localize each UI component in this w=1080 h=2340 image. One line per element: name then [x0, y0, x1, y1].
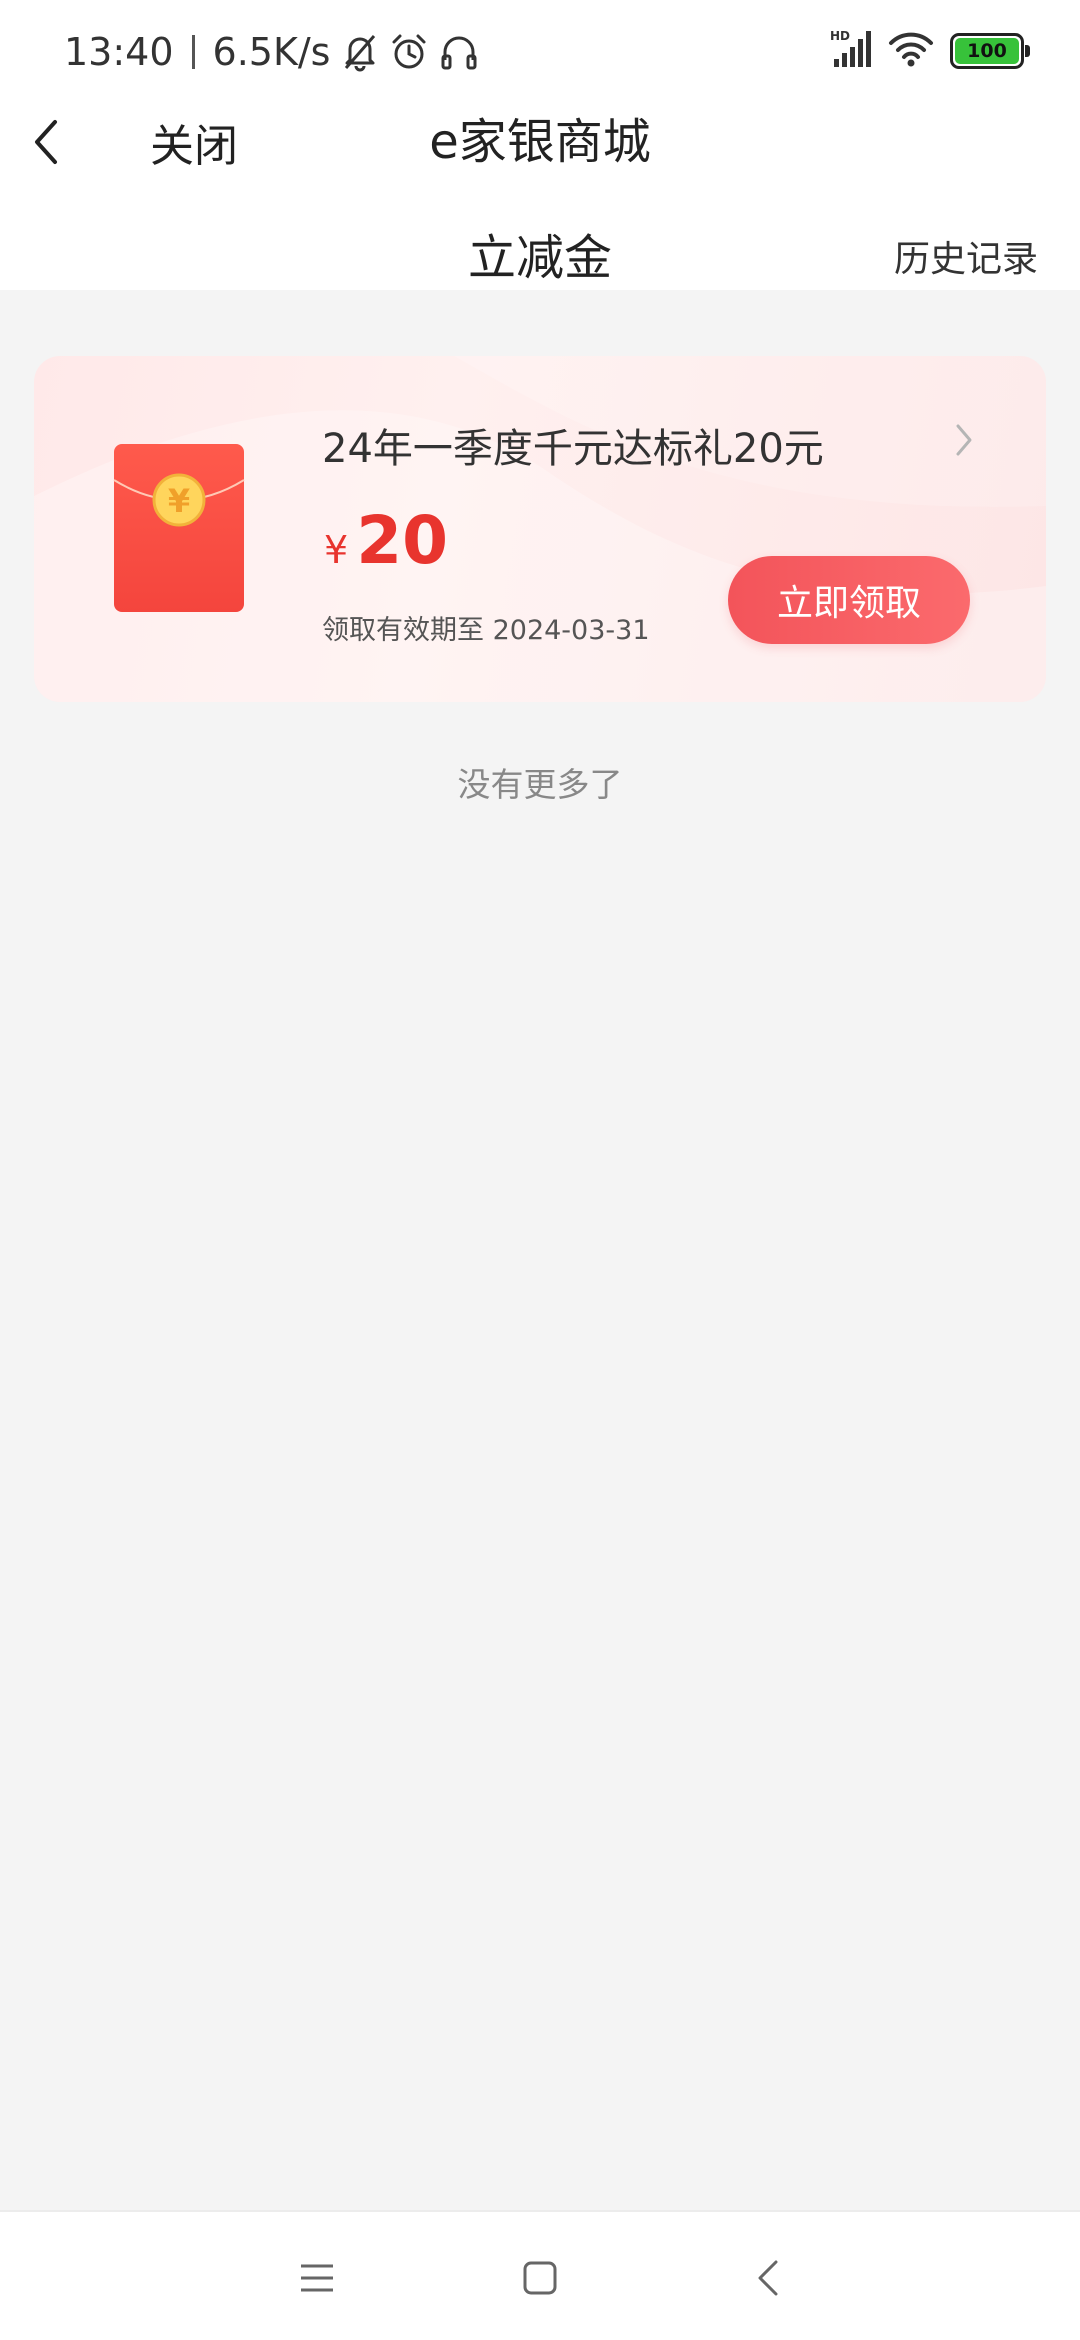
claim-button[interactable]: 立即领取	[728, 556, 970, 644]
close-button[interactable]: 关闭	[150, 114, 238, 172]
wifi-icon	[888, 29, 934, 73]
svg-text:HD: HD	[830, 29, 850, 43]
mute-bell-icon	[342, 32, 378, 72]
header: 关闭 e家银商城 立减金 历史记录	[0, 100, 1080, 290]
coupon-amount: ¥ 20	[324, 502, 448, 579]
status-separator	[191, 35, 195, 69]
alarm-icon	[390, 32, 428, 72]
hd-signal-icon: HD	[830, 29, 874, 73]
currency-symbol: ¥	[324, 528, 349, 572]
back-button[interactable]	[18, 114, 74, 170]
back-icon	[758, 2260, 778, 2296]
system-back-button[interactable]	[738, 2248, 798, 2308]
status-left: 13:40 6.5K/s	[64, 26, 478, 78]
red-envelope-icon: ¥	[113, 444, 245, 612]
status-bar: 13:40 6.5K/s HD 100	[0, 0, 1080, 100]
menu-button[interactable]	[287, 2248, 347, 2308]
status-net-speed: 6.5K/s	[212, 30, 331, 74]
home-button[interactable]	[510, 2248, 570, 2308]
headset-icon	[440, 32, 478, 72]
chevron-right-icon[interactable]	[952, 420, 976, 460]
coupon-validity: 领取有效期至 2024-03-31	[322, 615, 650, 646]
home-square-icon	[523, 2261, 557, 2295]
amount-value: 20	[356, 502, 449, 579]
battery-icon: 100	[950, 33, 1030, 69]
history-link[interactable]: 历史记录	[894, 234, 1038, 286]
menu-icon	[301, 2264, 333, 2292]
coupon-card[interactable]: ¥ 24年一季度千元达标礼20元 ¥ 20 领取有效期至 2024-03-31 …	[34, 356, 1046, 702]
chevron-left-icon	[35, 120, 57, 164]
list-end-text: 没有更多了	[457, 765, 623, 804]
status-right: HD 100	[816, 28, 1030, 74]
system-nav-bar	[0, 2210, 1080, 2340]
status-time: 13:40	[64, 30, 174, 74]
coupon-title: 24年一季度千元达标礼20元	[322, 426, 824, 472]
battery-level: 100	[955, 38, 1019, 64]
coin-yuan-symbol: ¥	[168, 482, 190, 520]
